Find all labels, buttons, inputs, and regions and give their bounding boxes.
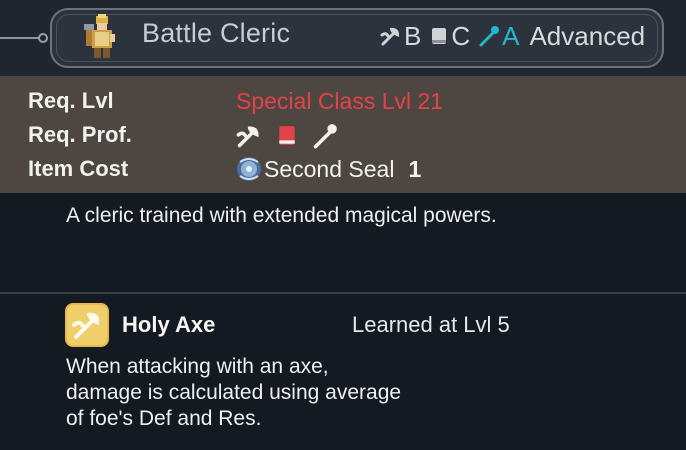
skill-learn-level: Learned at Lvl 5 (352, 312, 510, 337)
skill-description-line: of foe's Def and Res. (66, 407, 262, 430)
req-level-label: Req. Lvl (28, 88, 114, 113)
tome-icon (279, 126, 295, 145)
axe-icon (380, 27, 400, 46)
item-cost-name: Second Seal (264, 155, 395, 182)
staff-icon (479, 26, 500, 47)
holy-axe-glyph (72, 312, 100, 339)
rank-axe: B (380, 21, 421, 52)
skill-name: Holy Axe (122, 312, 216, 337)
item-cost-count: 1 (408, 155, 422, 182)
req-level-row: Req. Lvl Special Class Lvl 21 (0, 84, 686, 118)
tome-icon (432, 28, 447, 44)
req-cost-row: Item Cost Second Seal 1 (0, 152, 686, 186)
rank-axe-letter: B (404, 20, 422, 51)
battle-cleric-sprite-icon (84, 14, 115, 58)
req-prof-row: Req. Prof. (0, 118, 686, 152)
weapon-rank-list: B C A Advanced (380, 20, 645, 52)
staff-icon (313, 124, 337, 149)
skill-description: When attacking with an axe, damage is ca… (66, 354, 626, 432)
skill-description-line: When attacking with an axe, (66, 355, 329, 378)
rank-staff: A (478, 21, 519, 52)
class-name: Battle Cleric (142, 18, 291, 48)
req-prof-label: Req. Prof. (28, 122, 132, 147)
header-decor-dot (38, 33, 48, 43)
skill-description-line: damage is calculated using average (66, 381, 402, 404)
req-cost-label: Item Cost (28, 156, 129, 181)
req-prof-icons (236, 120, 352, 152)
holy-axe-icon (65, 303, 109, 347)
req-level-value: Special Class Lvl 21 (236, 88, 444, 114)
rank-staff-letter: A (502, 20, 520, 51)
rank-tome-letter: C (451, 20, 471, 51)
rank-tome: C (429, 21, 470, 52)
item-cost: Second Seal 1 (234, 153, 421, 185)
second-seal-icon (237, 157, 261, 181)
axe-icon (236, 126, 259, 148)
class-requirements: Req. Lvl Special Class Lvl 21 Req. Prof.… (0, 76, 686, 193)
section-divider (0, 292, 686, 294)
class-description: A cleric trained with extended magical p… (66, 204, 497, 227)
class-tier: Advanced (529, 20, 646, 51)
class-header: Battle Cleric B C A Advanced (0, 0, 686, 76)
